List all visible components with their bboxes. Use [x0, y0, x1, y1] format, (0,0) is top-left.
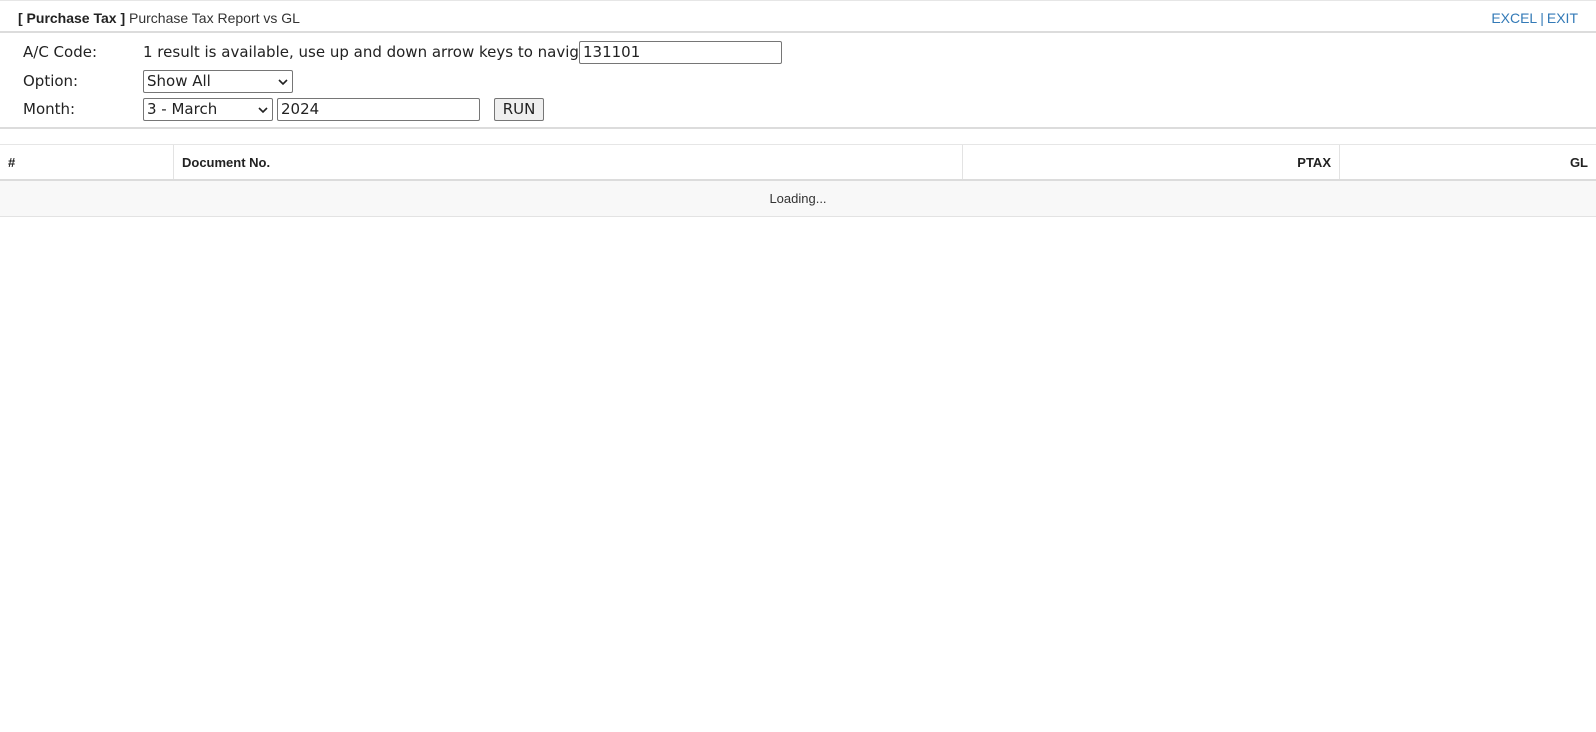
excel-link[interactable]: EXCEL: [1491, 10, 1537, 26]
chevron-down-icon: [258, 106, 268, 113]
column-header-ptax[interactable]: PTAX: [963, 145, 1340, 179]
module-label: [ Purchase Tax ]: [18, 10, 126, 26]
column-header-document-no[interactable]: Document No.: [174, 145, 963, 179]
filter-form: A/C Code: 1 result is available, use up …: [0, 33, 1596, 129]
year-input[interactable]: 2024: [277, 98, 480, 121]
loading-row: Loading...: [0, 181, 1596, 217]
column-header-index[interactable]: #: [0, 145, 174, 179]
month-select-value: 3 - March: [147, 100, 218, 118]
chevron-down-icon: [278, 78, 288, 85]
month-label: Month:: [23, 100, 76, 118]
run-button[interactable]: RUN: [494, 98, 544, 121]
report-table: # Document No. PTAX GL Loading...: [0, 144, 1596, 217]
ac-code-label: A/C Code:: [23, 43, 98, 61]
option-select-value: Show All: [147, 72, 211, 90]
table-header-row: # Document No. PTAX GL: [0, 144, 1596, 181]
option-select[interactable]: Show All: [143, 70, 293, 93]
column-header-gl[interactable]: GL: [1340, 145, 1596, 179]
exit-link[interactable]: EXIT: [1547, 10, 1578, 26]
link-separator: |: [1540, 10, 1544, 26]
option-label: Option:: [23, 72, 79, 90]
report-title: Purchase Tax Report vs GL: [129, 10, 300, 26]
report-header: [ Purchase Tax ] Purchase Tax Report vs …: [0, 3, 1596, 33]
page-title: [ Purchase Tax ] Purchase Tax Report vs …: [18, 10, 300, 26]
ac-code-input[interactable]: 131101: [579, 41, 782, 64]
autocomplete-status: 1 result is available, use up and down a…: [143, 43, 608, 61]
loading-text: Loading...: [769, 191, 827, 206]
month-select[interactable]: 3 - March: [143, 98, 273, 121]
header-actions: EXCEL | EXIT: [1491, 10, 1578, 26]
